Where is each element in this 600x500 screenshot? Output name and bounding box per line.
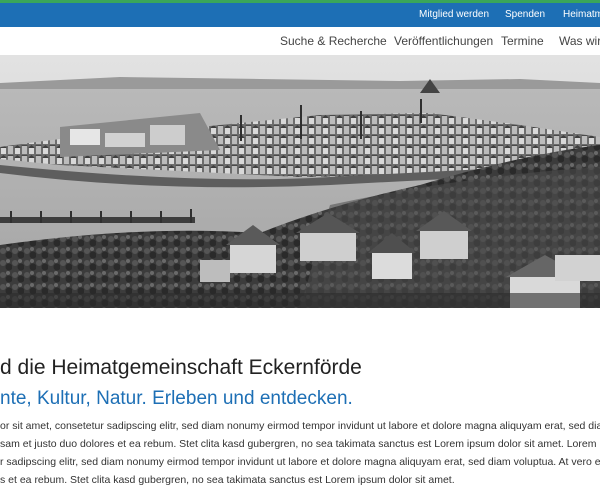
nav-item-about[interactable]: Was wir t [559, 27, 600, 55]
main-nav: Suche & Recherche Veröffentlichungen Ter… [0, 27, 600, 55]
intro-text-line: sam et justo duo dolores et ea rebum. St… [0, 438, 600, 450]
hero-image [0, 55, 600, 308]
nav-item-publications[interactable]: Veröffentlichungen [394, 27, 493, 55]
page-tagline: nte, Kultur, Natur. Erleben und entdecke… [0, 388, 353, 409]
nav-item-events[interactable]: Termine [501, 27, 544, 55]
utility-bar: Mitglied werden Spenden Heimatm [0, 3, 600, 27]
page-title: d die Heimatgemeinschaft Eckernförde [0, 356, 362, 379]
nav-item-search[interactable]: Suche & Recherche [280, 27, 387, 55]
intro-text-line: r sadipscing elitr, sed diam nonumy eirm… [0, 456, 600, 468]
utility-link-heimatm[interactable]: Heimatm [563, 3, 600, 27]
intro-text-line: s et ea rebum. Stet clita kasd gubergren… [0, 474, 455, 486]
utility-link-donate[interactable]: Spenden [505, 3, 545, 27]
intro-text-line: or sit amet, consetetur sadipscing elitr… [0, 420, 600, 432]
utility-link-membership[interactable]: Mitglied werden [419, 3, 489, 27]
historic-town-panorama [0, 55, 600, 308]
intro-section: d die Heimatgemeinschaft Eckernförde nte… [0, 308, 600, 500]
